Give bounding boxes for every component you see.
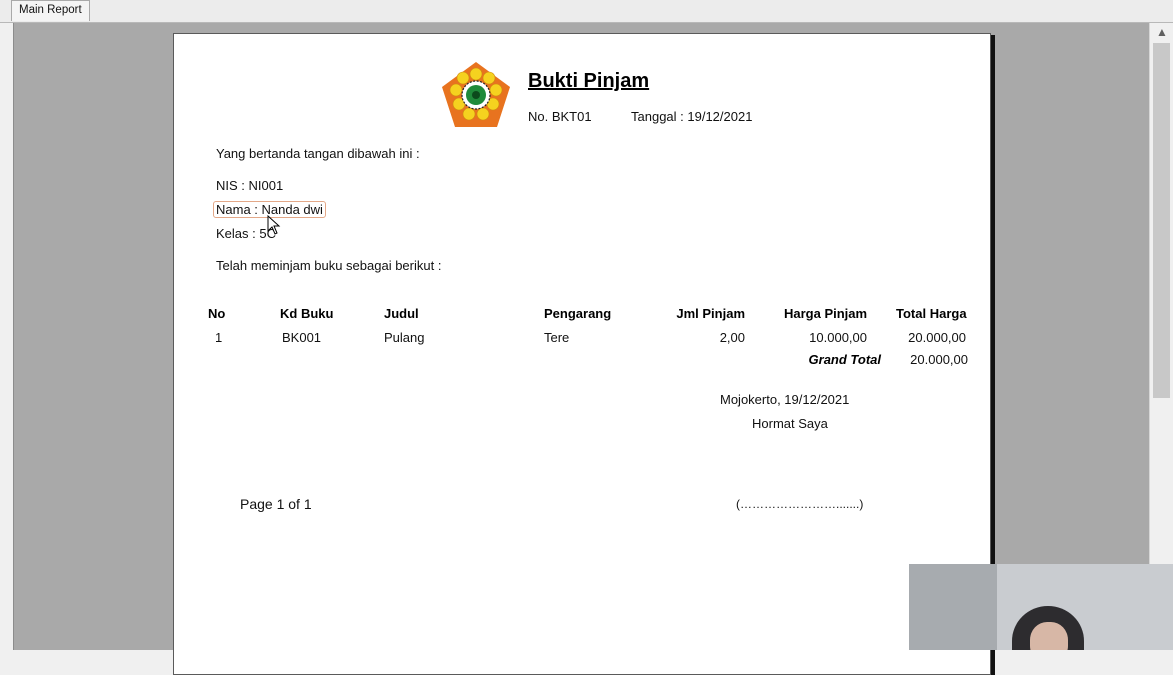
col-header-jml-pinjam: Jml Pinjam xyxy=(676,306,745,321)
col-header-judul: Judul xyxy=(384,306,419,321)
report-tab-bar: Main Report xyxy=(0,0,1173,23)
table-cell-pengarang: Tere xyxy=(544,330,570,345)
scroll-thumb[interactable] xyxy=(1153,43,1170,398)
nis-field: NIS : NI001 xyxy=(216,178,284,193)
report-title: Bukti Pinjam xyxy=(528,70,650,92)
table-cell-total-harga: 20.000,00 xyxy=(908,330,966,345)
grand-total-value: 20.000,00 xyxy=(910,352,968,367)
table-cell-kd-buku: BK001 xyxy=(282,330,322,345)
vertical-scrollbar[interactable]: ▲ xyxy=(1149,23,1173,650)
scroll-up-arrow-icon[interactable]: ▲ xyxy=(1150,23,1173,41)
tab-main-report[interactable]: Main Report xyxy=(11,0,90,21)
document-date: Tanggal : 19/12/2021 xyxy=(631,109,753,124)
table-cell-jml-pinjam: 2,00 xyxy=(719,330,745,345)
table-cell-judul: Pulang xyxy=(384,330,425,345)
table-cell-no: 1 xyxy=(215,330,223,345)
webcam-overlay xyxy=(909,564,1173,650)
page-indicator: Page 1 of 1 xyxy=(240,496,312,512)
webcam-person-face xyxy=(1030,622,1068,650)
webcam-background xyxy=(909,564,997,650)
report-page: Bukti Pinjam No. BKT01 Tanggal : 19/12/2… xyxy=(173,33,991,675)
school-logo-icon xyxy=(442,62,510,127)
greeting: Hormat Saya xyxy=(752,416,828,431)
col-header-harga-pinjam: Harga Pinjam xyxy=(784,306,868,321)
borrow-text: Telah meminjam buku sebagai berikut : xyxy=(216,258,442,273)
mouse-cursor-icon xyxy=(267,215,281,235)
col-header-kd-buku: Kd Buku xyxy=(280,306,334,321)
col-header-no: No xyxy=(208,306,226,321)
col-header-total-harga: Total Harga xyxy=(896,306,967,321)
place-date: Mojokerto, 19/12/2021 xyxy=(720,392,850,407)
intro-text: Yang bertanda tangan dibawah ini : xyxy=(216,146,420,161)
table-cell-harga-pinjam: 10.000,00 xyxy=(809,330,867,345)
col-header-pengarang: Pengarang xyxy=(544,306,612,321)
grand-total-label: Grand Total xyxy=(808,352,881,367)
signature-line: (…………………….......) xyxy=(736,497,864,511)
document-number: No. BKT01 xyxy=(528,109,592,124)
